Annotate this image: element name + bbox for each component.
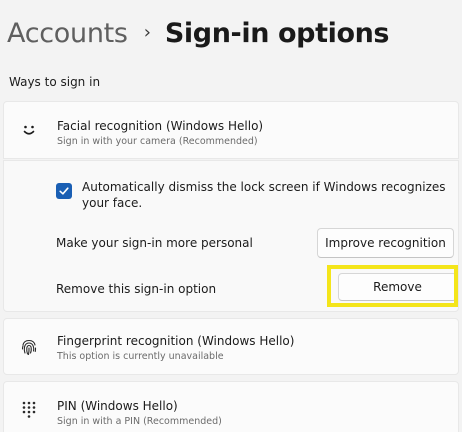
pin-subtitle: Sign in with a PIN (Recommended) <box>57 416 222 427</box>
dismiss-lock-screen-checkbox[interactable] <box>56 183 72 199</box>
fingerprint-recognition-header[interactable]: Fingerprint recognition (Windows Hello) … <box>3 318 459 375</box>
breadcrumb-accounts[interactable]: Accounts <box>7 18 128 49</box>
smile-face-icon <box>18 119 40 141</box>
facial-recognition-title: Facial recognition (Windows Hello) <box>57 119 264 133</box>
pin-keypad-icon <box>18 398 40 420</box>
facial-recognition-subtitle: Sign in with your camera (Recommended) <box>57 136 258 147</box>
checkmark-icon <box>59 187 69 195</box>
facial-recognition-settings: Automatically dismiss the lock screen if… <box>3 160 459 312</box>
breadcrumb-separator: › <box>143 22 151 43</box>
breadcrumb: Accounts › Sign-in options <box>7 18 390 49</box>
settings-page: Accounts › Sign-in options Ways to sign … <box>0 0 462 432</box>
pin-header[interactable]: PIN (Windows Hello) Sign in with a PIN (… <box>3 381 459 432</box>
remove-button[interactable]: Remove <box>338 273 457 301</box>
page-title: Sign-in options <box>164 18 390 49</box>
dismiss-lock-screen-label: Automatically dismiss the lock screen if… <box>82 180 446 210</box>
fingerprint-recognition-title: Fingerprint recognition (Windows Hello) <box>57 334 295 348</box>
pin-title: PIN (Windows Hello) <box>57 399 178 413</box>
facial-recognition-header[interactable]: Facial recognition (Windows Hello) Sign … <box>3 101 459 159</box>
remove-sign-in-option-label: Remove this sign-in option <box>56 282 217 296</box>
personal-sign-in-label: Make your sign-in more personal <box>56 236 253 250</box>
improve-recognition-button[interactable]: Improve recognition <box>317 228 454 258</box>
fingerprint-icon <box>18 336 40 358</box>
fingerprint-recognition-subtitle: This option is currently unavailable <box>57 351 224 362</box>
section-label-ways-to-sign-in: Ways to sign in <box>9 75 101 89</box>
